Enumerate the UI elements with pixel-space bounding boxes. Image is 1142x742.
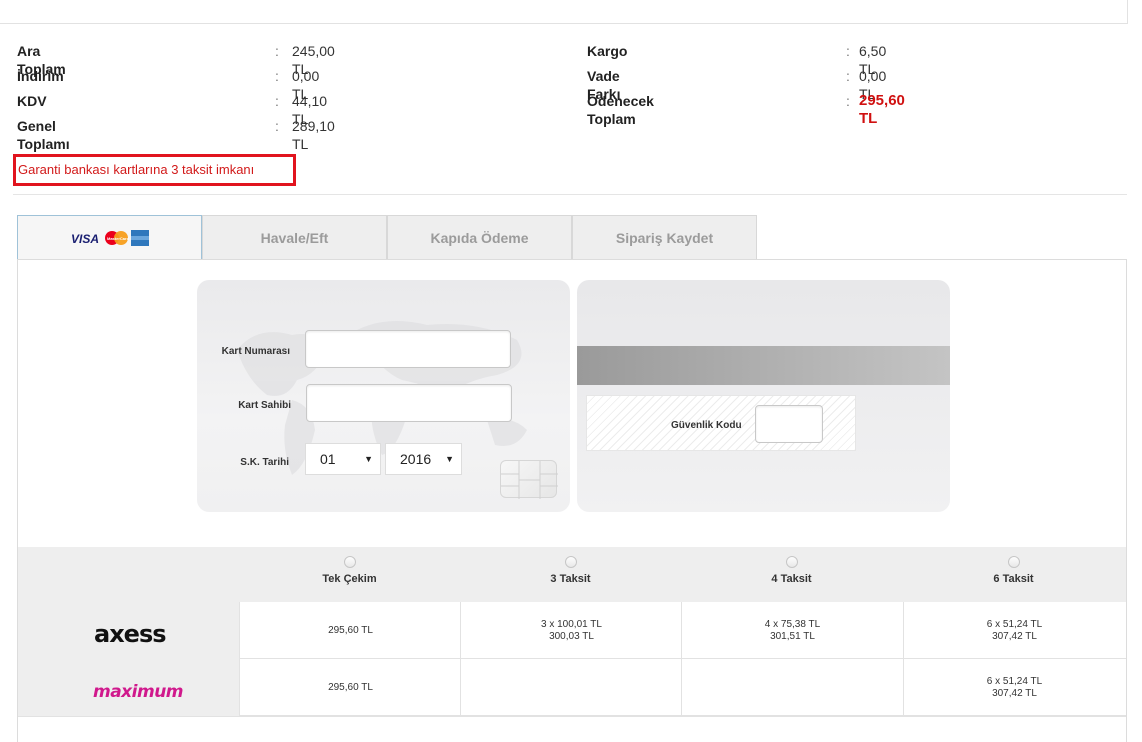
installment-total: 301,51 TL [770, 630, 815, 642]
installment-option-6[interactable]: 6 Taksit [903, 547, 1124, 602]
installment-option-single[interactable]: Tek Çekim [239, 547, 460, 602]
table-bottom-line [18, 716, 1126, 717]
installment-per-month: 4 x 75,38 TL [764, 618, 821, 630]
bank-logo-cell: axess [18, 602, 239, 659]
card-number-input[interactable] [305, 330, 511, 368]
payable-total-value: 295,60 TL [859, 92, 905, 127]
installment-cell: 295,60 TL [239, 659, 461, 716]
radio-3-installments[interactable] [564, 556, 577, 568]
installment-header-label: Tek Çekim [322, 573, 377, 585]
installment-per-month: 6 x 51,24 TL [986, 618, 1043, 630]
installment-cell: 295,60 TL [239, 602, 461, 659]
installment-option-3[interactable]: 3 Taksit [460, 547, 681, 602]
top-frame [0, 0, 1128, 24]
installment-cell: 4 x 75,38 TL 301,51 TL [681, 602, 903, 659]
chip-lines-icon [501, 461, 558, 499]
expiry-month-select[interactable]: 01 ▼ [305, 443, 381, 475]
installment-per-month: 6 x 51,24 TL [986, 675, 1043, 687]
maximum-logo: maximum [93, 682, 184, 702]
installment-cell: 6 x 51,24 TL 307,42 TL [903, 659, 1125, 716]
visa-logo: VISA [71, 232, 99, 246]
installment-table: Tek Çekim 3 Taksit 4 Taksit 6 Taksit axe… [18, 547, 1126, 717]
summary-label: KDV [17, 93, 47, 109]
summary-separator: : [275, 118, 279, 134]
security-code-label: Güvenlik Kodu [671, 420, 742, 431]
amex-logo-band [130, 235, 149, 240]
card-holder-label: Kart Sahibi [238, 400, 291, 411]
summary-separator: : [275, 68, 279, 84]
tab-save-order[interactable]: Sipariş Kaydet [572, 215, 757, 260]
installment-header-row: Tek Çekim 3 Taksit 4 Taksit 6 Taksit [18, 547, 1126, 602]
summary-separator: : [846, 93, 850, 109]
tab-credit-card[interactable]: VISA MasterCard [17, 215, 202, 260]
installment-header-label: 6 Taksit [993, 573, 1034, 585]
expiry-year-select[interactable]: 2016 ▼ [385, 443, 462, 475]
expiry-label: S.K. Tarihi [240, 457, 289, 468]
radio-single-payment[interactable] [343, 556, 356, 568]
installment-promo-banner: Garanti bankası kartlarına 3 taksit imka… [13, 154, 296, 186]
summary-value: 289,10 TL [292, 118, 335, 152]
installment-row-maximum: maximum 295,60 TL 6 x 51,24 TL 307,42 TL [18, 659, 1126, 716]
card-number-label: Kart Numarası [221, 346, 290, 357]
installment-per-month: 3 x 100,01 TL [541, 618, 602, 630]
summary-separator: : [846, 68, 850, 84]
axess-logo: axess [94, 620, 167, 648]
summary-label: İndirim [17, 68, 64, 84]
divider [13, 194, 1127, 195]
summary-separator: : [275, 93, 279, 109]
mastercard-logo: MasterCard [107, 236, 130, 241]
chevron-down-icon: ▼ [364, 454, 373, 464]
radio-6-installments[interactable] [1007, 556, 1020, 568]
summary-separator: : [275, 43, 279, 59]
installment-row-axess: axess 295,60 TL 3 x 100,01 TL 300,03 TL … [18, 602, 1126, 659]
expiry-year-value: 2016 [400, 451, 432, 467]
tab-bank-transfer[interactable]: Havale/Eft [202, 215, 387, 260]
installment-header-label: 4 Taksit [771, 573, 812, 585]
chevron-down-icon: ▼ [445, 454, 454, 464]
radio-4-installments[interactable] [785, 556, 798, 568]
expiry-month-value: 01 [320, 451, 336, 467]
card-chip-icon [500, 460, 558, 499]
tab-cash-on-delivery[interactable]: Kapıda Ödeme [387, 215, 572, 260]
installment-total: 300,03 TL [549, 630, 594, 642]
card-brands-icon: VISA MasterCard [71, 229, 149, 246]
installment-header-label: 3 Taksit [550, 573, 591, 585]
bank-logo-cell: maximum [18, 659, 239, 716]
installment-total: 307,42 TL [992, 687, 1037, 699]
installment-option-4[interactable]: 4 Taksit [681, 547, 902, 602]
card-front: Kart Numarası Kart Sahibi S.K. Tarihi 01… [197, 280, 570, 512]
summary-label: Kargo [587, 43, 628, 59]
installment-cell: 3 x 100,01 TL 300,03 TL [460, 602, 682, 659]
installment-cell: 6 x 51,24 TL 307,42 TL [903, 602, 1125, 659]
installment-amount: 295,60 TL [328, 624, 373, 636]
summary-label: Ödenecek Toplam [587, 93, 654, 127]
installment-cell-empty [460, 659, 682, 716]
summary-label: Genel Toplamı [17, 118, 70, 152]
installment-cell-empty [681, 659, 903, 716]
card-holder-input[interactable] [306, 384, 512, 422]
summary-separator: : [846, 43, 850, 59]
installment-amount: 295,60 TL [328, 681, 373, 693]
installment-total: 307,42 TL [992, 630, 1037, 642]
security-code-input[interactable] [755, 405, 823, 443]
magnetic-stripe [577, 346, 950, 385]
card-back: Güvenlik Kodu [577, 280, 950, 512]
